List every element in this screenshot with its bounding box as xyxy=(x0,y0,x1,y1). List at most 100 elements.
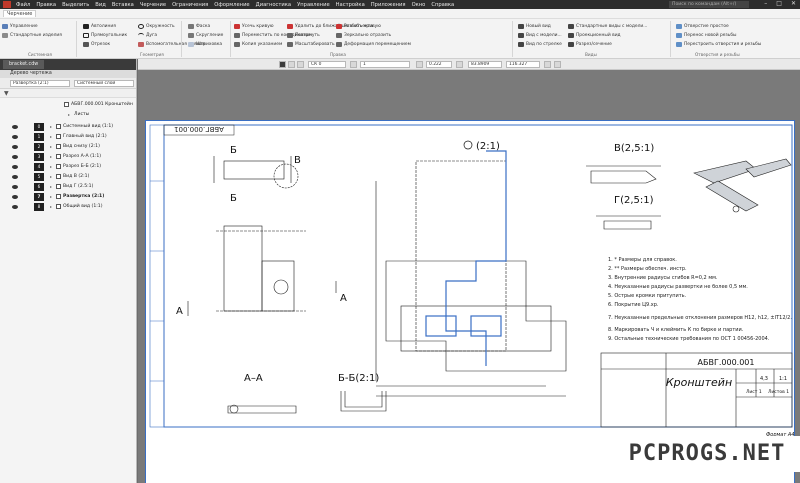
layer-filter-select[interactable]: Системный слой xyxy=(74,80,134,87)
ortho-icon[interactable] xyxy=(554,61,561,68)
style-select[interactable]: СК 0 xyxy=(308,61,346,68)
visibility-icon[interactable] xyxy=(12,174,18,179)
visibility-icon[interactable] xyxy=(12,124,18,129)
copy-button[interactable]: Копия указанием xyxy=(234,41,282,47)
tree-sheets[interactable]: ▸ Листы xyxy=(68,110,89,119)
expand-icon[interactable]: ▸ xyxy=(50,204,54,209)
rectangle-button[interactable]: Прямоугольник xyxy=(83,32,127,38)
trim-button[interactable]: Усечь кривую xyxy=(234,23,274,29)
label-section-bb: Б-Б(2:1) xyxy=(338,373,379,384)
expand-icon[interactable]: ▸ xyxy=(68,112,72,117)
menu-settings[interactable]: Настройка xyxy=(336,2,365,8)
menu-view[interactable]: Вид xyxy=(95,2,106,8)
tree-root[interactable]: АБВГ.000.001 Кронштейн xyxy=(64,100,133,109)
menu-window[interactable]: Окно xyxy=(412,2,426,8)
expand-icon[interactable]: ▸ xyxy=(50,194,54,199)
split-curve-button[interactable]: Разбить кривую xyxy=(336,23,381,29)
maximize-icon[interactable]: □ xyxy=(776,0,782,7)
layer-select[interactable]: 1 xyxy=(360,61,410,68)
view-icon xyxy=(56,164,61,169)
tree-filter-select[interactable]: Развертка (2:1) xyxy=(10,80,70,87)
visibility-icon[interactable] xyxy=(12,144,18,149)
tree-view-4[interactable]: 4 ▸ Разрез Б-Б (2:1) xyxy=(12,162,101,171)
arc-button[interactable]: Дуга xyxy=(138,32,157,38)
rotate-button[interactable]: Повернуть xyxy=(287,32,320,38)
segment-button[interactable]: Отрезок xyxy=(83,41,110,47)
y-coordinate-field[interactable]: 116.327 xyxy=(506,61,540,68)
scale-button[interactable]: Масштабировать xyxy=(287,41,335,47)
tab-drawing[interactable]: Черчение xyxy=(3,10,37,17)
menu-file[interactable]: Файл xyxy=(16,2,30,8)
visibility-icon[interactable] xyxy=(12,134,18,139)
mirror-button[interactable]: Зеркально отразить xyxy=(336,32,391,38)
rebuild-holes-button[interactable]: Перестроить отверстия и резьбы xyxy=(676,41,761,47)
command-search-input[interactable]: Поиск по командам (Alt+/) xyxy=(669,1,749,8)
std-views-button[interactable]: Стандартные виды с модели... xyxy=(568,23,647,29)
line-style-icon[interactable] xyxy=(297,61,304,68)
expand-icon[interactable]: ▸ xyxy=(50,144,54,149)
tree-view-3[interactable]: 3 ▸ Разрез А-А (1:1) xyxy=(12,152,101,161)
x-coordinate-field[interactable]: 83.8909 xyxy=(468,61,502,68)
visibility-icon[interactable] xyxy=(12,154,18,159)
expand-icon[interactable]: ▸ xyxy=(50,174,54,179)
simple-hole-button[interactable]: Отверстие простое xyxy=(676,23,729,29)
visibility-icon[interactable] xyxy=(12,194,18,199)
expand-icon[interactable]: ▸ xyxy=(50,134,54,139)
menu-drawing[interactable]: Черчение xyxy=(140,2,166,8)
drawing-sheet[interactable]: АБВГ.000.001 Б Б В А А А–А Б-Б(2:1) (2:1… xyxy=(145,120,795,483)
tree-view-7[interactable]: 7 ▸ Развертка (2:1) xyxy=(12,192,104,201)
new-view-button[interactable]: Новый вид xyxy=(518,23,551,29)
select-icon[interactable] xyxy=(279,61,286,68)
trim-icon xyxy=(234,23,240,29)
menu-apps[interactable]: Приложения xyxy=(371,2,406,8)
menu-insert[interactable]: Вставка xyxy=(112,2,134,8)
menu-select[interactable]: Выделить xyxy=(62,2,89,8)
manage-button[interactable]: Управление xyxy=(2,23,38,29)
hatch-button[interactable]: Штриховка xyxy=(188,41,222,47)
menu-help[interactable]: Справка xyxy=(431,2,454,8)
visibility-icon[interactable] xyxy=(12,184,18,189)
circle-button[interactable]: Окружность xyxy=(138,23,175,29)
tree-view-0[interactable]: 0 ▸ Системный вид (1:1) xyxy=(12,122,113,131)
layer-icon[interactable] xyxy=(350,61,357,68)
deform-button[interactable]: Деформация перемещением xyxy=(336,41,411,47)
tree-view-2[interactable]: 2 ▸ Вид снизу (2:1) xyxy=(12,142,100,151)
grid-icon[interactable] xyxy=(544,61,551,68)
projection-view-button[interactable]: Проекционный вид xyxy=(568,32,621,38)
menu-manage[interactable]: Управление xyxy=(297,2,330,8)
section-button[interactable]: Разрез/сечение xyxy=(568,41,612,47)
expand-icon[interactable]: ▸ xyxy=(50,184,54,189)
tree-view-6[interactable]: 6 ▸ Вид Г (2.5:1) xyxy=(12,182,93,191)
visibility-icon[interactable] xyxy=(12,204,18,209)
std-parts-button[interactable]: Стандартные изделия xyxy=(2,32,62,38)
filter-icon[interactable]: ▼ xyxy=(4,90,9,97)
view-from-model-button[interactable]: Вид с модели... xyxy=(518,32,562,38)
fillet-button[interactable]: Скругление xyxy=(188,32,223,38)
expand-icon[interactable]: ▸ xyxy=(50,154,54,159)
transfer-thread-button[interactable]: Перенос новой резьбы xyxy=(676,32,737,38)
zoom-field[interactable]: 0.222 xyxy=(426,61,452,68)
tree-view-8[interactable]: 8 ▸ Общий вид (1:1) xyxy=(12,202,103,211)
expand-icon[interactable]: ▸ xyxy=(50,124,54,129)
group-geometry: Геометрия xyxy=(140,52,164,57)
menu-edit[interactable]: Правка xyxy=(36,2,56,8)
menu-diagnostics[interactable]: Диагностика xyxy=(256,2,291,8)
minimize-icon[interactable]: – xyxy=(764,0,767,7)
tree-view-5[interactable]: 5 ▸ Вид В (2:1) xyxy=(12,172,89,181)
tb-sheet: Лист 1 xyxy=(746,389,762,395)
chamfer-button[interactable]: Фаска xyxy=(188,23,210,29)
menu-design[interactable]: Оформление xyxy=(214,2,249,8)
autoline-button[interactable]: Автолиния xyxy=(83,23,116,29)
menu-constraints[interactable]: Ограничения xyxy=(172,2,208,8)
close-icon[interactable]: ✕ xyxy=(791,0,796,7)
visibility-icon[interactable] xyxy=(12,164,18,169)
arrow-view-button[interactable]: Вид по стрелке xyxy=(518,41,562,47)
chamfer-icon xyxy=(188,23,194,29)
expand-icon[interactable]: ▸ xyxy=(50,164,54,169)
snap-icon[interactable] xyxy=(416,61,423,68)
zoom-icon[interactable] xyxy=(456,61,463,68)
pen-icon[interactable] xyxy=(288,61,295,68)
drawing-canvas[interactable]: АБВГ.000.001 Б Б В А А А–А Б-Б(2:1) (2:1… xyxy=(138,70,800,483)
tree-view-1[interactable]: 1 ▸ Главный вид (2:1) xyxy=(12,132,107,141)
doc-tab[interactable]: bracket.cdw xyxy=(3,60,45,69)
